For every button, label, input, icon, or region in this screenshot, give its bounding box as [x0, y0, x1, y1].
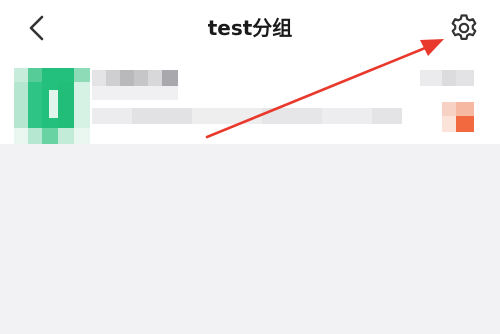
settings-button[interactable]	[448, 12, 480, 44]
list-item[interactable]	[0, 64, 500, 144]
navigation-bar: test分组	[0, 0, 500, 56]
page-title: test分组	[207, 16, 293, 40]
gear-icon	[451, 14, 477, 40]
group-detail-screen: test分组	[0, 0, 500, 334]
contact-list	[0, 56, 500, 144]
avatar	[14, 68, 90, 144]
